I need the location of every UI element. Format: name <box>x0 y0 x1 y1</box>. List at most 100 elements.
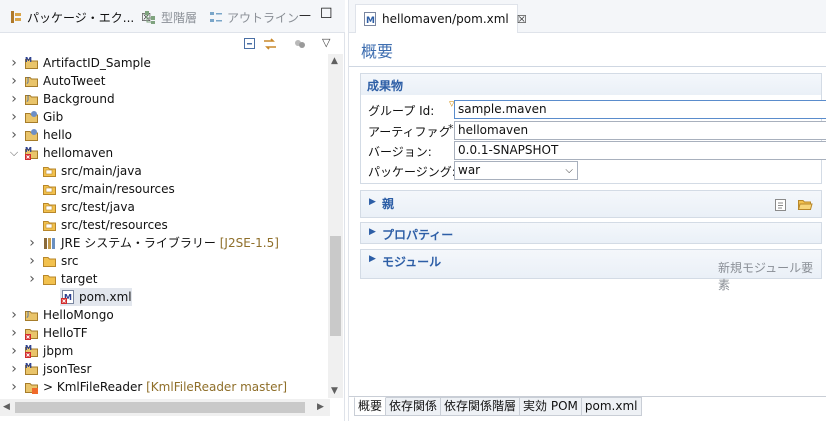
tree-item[interactable]: › MjsonTesr <box>0 360 330 378</box>
expand-icon[interactable]: ▶ <box>369 197 376 207</box>
tree-item[interactable]: › J HelloMongo <box>0 306 330 324</box>
tree-item[interactable]: › target <box>0 270 330 288</box>
section-header[interactable]: ▶ モジュール 新規モジュール要素 <box>361 250 821 292</box>
project-tree: › M ArtifactID_Sample › J AutoTweet › J Backgrou… <box>0 54 330 398</box>
properties-section[interactable]: ▶ プロパティー <box>360 222 822 244</box>
java-project-icon: J <box>24 91 40 107</box>
expand-icon[interactable]: › <box>8 108 20 126</box>
close-icon[interactable]: ☒ <box>517 13 527 26</box>
tree-item-text: HelloMongo <box>43 308 114 322</box>
expand-icon[interactable]: › <box>8 72 20 90</box>
tree-item[interactable]: ⌵ Mhellomaven <box>0 144 330 162</box>
open-folder-icon[interactable] <box>797 196 813 212</box>
maven-file-icon: M <box>362 11 378 27</box>
tab-dependency-hierarchy[interactable]: 依存関係階層 <box>441 397 521 416</box>
tab-pom-xml[interactable]: pom.xml <box>581 397 642 416</box>
tree-item[interactable]: › J Background <box>0 90 330 108</box>
view-tab-bar: パッケージ・エク... ☒ 型階層 アウトライン — ☐ <box>0 0 345 33</box>
tab-effective-pom[interactable]: 実効 POM <box>520 397 582 416</box>
expand-icon[interactable]: › <box>8 342 20 360</box>
page-title: 概要 <box>361 42 394 61</box>
expand-icon[interactable]: › <box>8 126 20 144</box>
select-parent-icon[interactable] <box>773 197 789 213</box>
editor-tab-label: hellomaven/pom.xml <box>382 12 509 26</box>
tree-item-text: src/test/resources <box>61 218 168 232</box>
tab-overview[interactable]: 概要 <box>354 397 387 416</box>
tree-item-label: Background <box>43 91 115 107</box>
tree-item[interactable]: › Gib <box>0 108 330 126</box>
horizontal-scrollbar[interactable]: ◀ ▶ <box>0 399 330 416</box>
collapse-icon[interactable]: ⌵ <box>8 144 20 162</box>
tree-item[interactable]: src/test/java <box>0 198 330 216</box>
scroll-left-icon[interactable]: ◀ <box>3 402 10 412</box>
packaging-select[interactable]: war ⌵ <box>454 161 578 180</box>
new-module-action[interactable]: 新規モジュール要素 <box>718 259 821 293</box>
tab-dependencies[interactable]: 依存関係 <box>386 397 442 416</box>
minimize-button[interactable]: — <box>299 8 311 22</box>
maximize-button[interactable]: ☐ <box>320 6 333 22</box>
tree-item[interactable]: › J AutoTweet <box>0 72 330 90</box>
source-folder-icon <box>42 217 58 233</box>
version-label: バージョン: <box>368 145 432 159</box>
tree-item[interactable]: › JRE システム・ライブラリー [J2SE-1.5] <box>0 234 330 252</box>
tree-item-text: target <box>61 272 98 286</box>
modules-section[interactable]: ▶ モジュール 新規モジュール要素 <box>360 249 822 292</box>
tree-item-text: HelloTF <box>43 326 88 340</box>
tree-item[interactable]: src/main/java <box>0 162 330 180</box>
link-with-editor-icon[interactable] <box>262 36 278 52</box>
artifact-id-field[interactable]: hellomaven <box>454 121 826 140</box>
expand-icon[interactable]: › <box>8 90 20 108</box>
expand-icon[interactable]: ▶ <box>369 227 376 237</box>
version-field[interactable]: 0.0.1-SNAPSHOT <box>454 141 826 160</box>
tab-label: アウトライン <box>227 10 300 25</box>
tree-item[interactable]: src/test/resources <box>0 216 330 234</box>
expand-icon[interactable]: › <box>26 270 38 288</box>
expand-icon[interactable]: › <box>8 306 20 324</box>
tab-outline[interactable]: アウトライン <box>208 7 299 27</box>
tree-item-label: src/test/java <box>61 199 135 215</box>
section-header[interactable]: ▶ プロパティー <box>361 223 821 243</box>
collapse-all-icon[interactable] <box>242 36 258 52</box>
expand-icon[interactable]: › <box>26 252 38 270</box>
java-project-icon: J <box>24 307 40 323</box>
svg-text:M: M <box>366 16 375 26</box>
artifact-section: 成果物 グループ Id: ▿ sample.maven アーティファクト Id:… <box>360 73 826 184</box>
tree-item-text: Background <box>43 92 115 106</box>
tab-package-explorer[interactable]: パッケージ・エク... ☒ <box>8 7 151 27</box>
tree-item[interactable]: src/main/resources <box>0 180 330 198</box>
editor-tab-pom[interactable]: M hellomaven/pom.xml ☒ <box>355 4 527 33</box>
tree-item[interactable]: › src <box>0 252 330 270</box>
svg-text:J: J <box>26 76 29 84</box>
vertical-scrollbar[interactable]: ▲ ▼ <box>328 54 343 398</box>
expand-icon[interactable]: › <box>8 360 20 378</box>
svg-text:M: M <box>25 344 32 352</box>
expand-icon[interactable]: ▶ <box>369 254 376 264</box>
source-folder-icon <box>42 199 58 215</box>
scroll-down-icon[interactable]: ▼ <box>331 386 338 396</box>
scroll-up-icon[interactable]: ▲ <box>331 56 338 66</box>
plugin-project-icon <box>24 109 40 125</box>
scroll-right-icon[interactable]: ▶ <box>317 402 324 412</box>
tree-item[interactable]: › M ArtifactID_Sample <box>0 54 330 72</box>
scroll-thumb[interactable] <box>330 236 341 336</box>
tree-item[interactable]: › hello <box>0 126 330 144</box>
tab-type-hierarchy[interactable]: 型階層 <box>142 7 197 27</box>
tree-item[interactable]: › > KmlFileReader [KmlFileReader master] <box>0 378 330 396</box>
expand-icon[interactable]: › <box>8 378 20 396</box>
expand-icon[interactable]: › <box>8 54 20 72</box>
view-menu-icon[interactable]: ▽ <box>322 36 338 52</box>
tree-item-label: jsonTesr <box>43 361 91 377</box>
svg-text:J: J <box>26 310 29 318</box>
expand-icon[interactable]: › <box>26 234 38 252</box>
tree-item[interactable]: › Mjbpm <box>0 342 330 360</box>
tree-item[interactable]: Mpom.xml <box>60 288 132 306</box>
scroll-thumb[interactable] <box>15 402 305 413</box>
section-header[interactable]: ▶ 親 <box>361 191 821 217</box>
tree-item[interactable]: › HelloTF <box>0 324 330 342</box>
parent-section[interactable]: ▶ 親 <box>360 190 822 218</box>
type-hierarchy-icon <box>142 9 158 25</box>
filters-icon[interactable] <box>292 36 308 52</box>
tree-item-label: target <box>61 271 98 287</box>
group-id-field[interactable]: sample.maven <box>454 100 826 119</box>
expand-icon[interactable]: › <box>8 324 20 342</box>
